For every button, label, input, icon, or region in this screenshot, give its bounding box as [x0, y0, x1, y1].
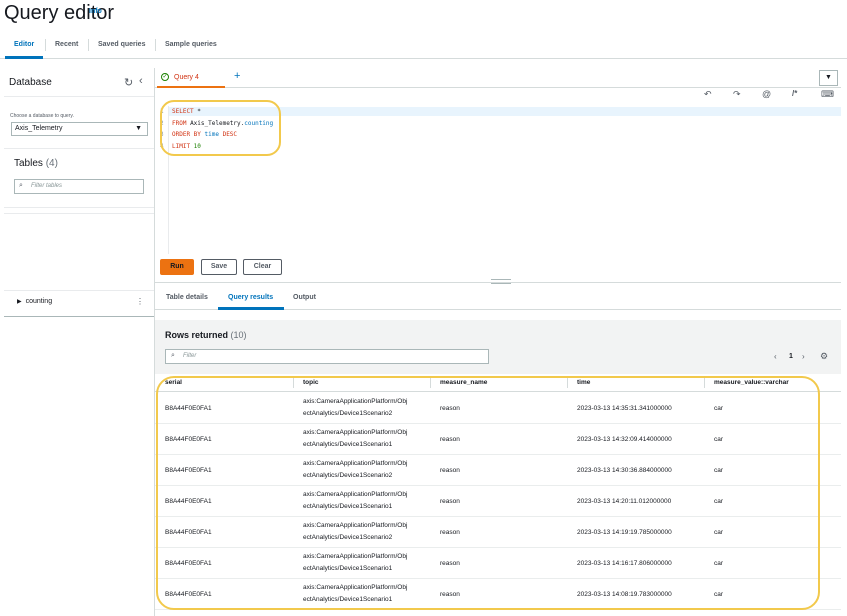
divider — [4, 96, 154, 97]
clear-button[interactable]: Clear — [243, 259, 282, 275]
tables-label: Tables — [14, 158, 43, 169]
save-button[interactable]: Save — [201, 259, 237, 275]
annotation-highlight — [160, 100, 281, 156]
divider — [4, 290, 154, 291]
comment-icon[interactable]: /* — [792, 89, 797, 98]
caret-down-icon: ▼ — [135, 125, 142, 132]
choose-database-label: Choose a database to query. — [10, 113, 74, 119]
tab-recent[interactable]: Recent — [55, 41, 78, 48]
query-tab[interactable]: ✓ Query 4 — [157, 71, 225, 88]
results-filter-placeholder: Filter — [183, 353, 197, 359]
annotation-highlight — [156, 376, 820, 610]
page-number[interactable]: 1 — [789, 353, 793, 360]
results-filter-input[interactable]: ⌕ Filter — [165, 349, 489, 364]
tab-output[interactable]: Output — [293, 294, 316, 301]
rows-returned-heading: Rows returned (10) — [165, 330, 247, 340]
query-tab-label: Query 4 — [174, 74, 199, 81]
filter-tables-input[interactable]: ⌕ Filter tables — [14, 179, 144, 194]
query-tabs-bar — [155, 68, 841, 88]
active-tab-indicator — [218, 307, 284, 310]
divider — [4, 316, 154, 317]
tab-divider — [88, 39, 89, 51]
tab-query-results[interactable]: Query results — [228, 294, 273, 301]
tab-divider — [45, 39, 46, 51]
database-select-value: Axis_Telemetry — [15, 125, 63, 132]
editor-tabs: Editor Recent Saved queries Sample queri… — [0, 32, 847, 59]
tabs-dropdown-button[interactable]: ▼ — [819, 70, 838, 86]
rows-returned-label: Rows returned — [165, 330, 229, 340]
run-button[interactable]: Run — [160, 259, 194, 275]
chevron-left-icon[interactable]: ‹ — [774, 352, 777, 361]
gear-icon[interactable]: ⚙ — [820, 351, 828, 362]
search-icon: ⌕ — [171, 352, 175, 359]
refresh-icon[interactable]: ↻ — [124, 76, 133, 89]
tab-table-details[interactable]: Table details — [166, 294, 208, 301]
redo-icon[interactable]: ↷ — [733, 89, 741, 100]
database-title: Database — [9, 77, 52, 88]
divider — [4, 213, 154, 214]
table-item-counting[interactable]: ▶ counting — [17, 298, 52, 305]
undo-icon[interactable]: ↶ — [704, 89, 712, 100]
resize-handle[interactable] — [491, 279, 511, 284]
add-tab-icon[interactable]: + — [234, 70, 240, 82]
result-tabs: Table details Query results Output — [155, 287, 841, 310]
active-tab-indicator — [5, 56, 43, 59]
tab-saved-queries[interactable]: Saved queries — [98, 41, 145, 48]
filter-tables-placeholder: Filter tables — [31, 183, 63, 189]
database-select[interactable]: Axis_Telemetry ▼ — [11, 122, 148, 136]
more-options-icon[interactable]: ⋮ — [136, 297, 144, 306]
tables-count: (4) — [45, 158, 58, 169]
rows-returned-count: (10) — [230, 330, 247, 340]
chevron-left-icon[interactable]: ‹ — [139, 75, 143, 87]
divider — [4, 207, 154, 208]
chevron-right-icon[interactable]: › — [802, 352, 805, 361]
tab-sample-queries[interactable]: Sample queries — [165, 41, 217, 48]
caret-down-icon: ▼ — [825, 74, 832, 81]
caret-right-icon: ▶ — [17, 299, 22, 305]
divider — [4, 148, 154, 149]
search-icon: ⌕ — [19, 182, 23, 189]
tables-title: Tables (4) — [14, 158, 58, 169]
keyboard-icon[interactable]: ⌨ — [821, 89, 834, 100]
info-link[interactable]: Info — [89, 8, 102, 15]
tab-divider — [155, 39, 156, 51]
at-icon[interactable]: @ — [762, 89, 771, 99]
database-panel — [0, 68, 155, 616]
check-circle-icon: ✓ — [161, 73, 169, 81]
tab-editor[interactable]: Editor — [14, 41, 34, 48]
table-item-label: counting — [25, 298, 53, 305]
